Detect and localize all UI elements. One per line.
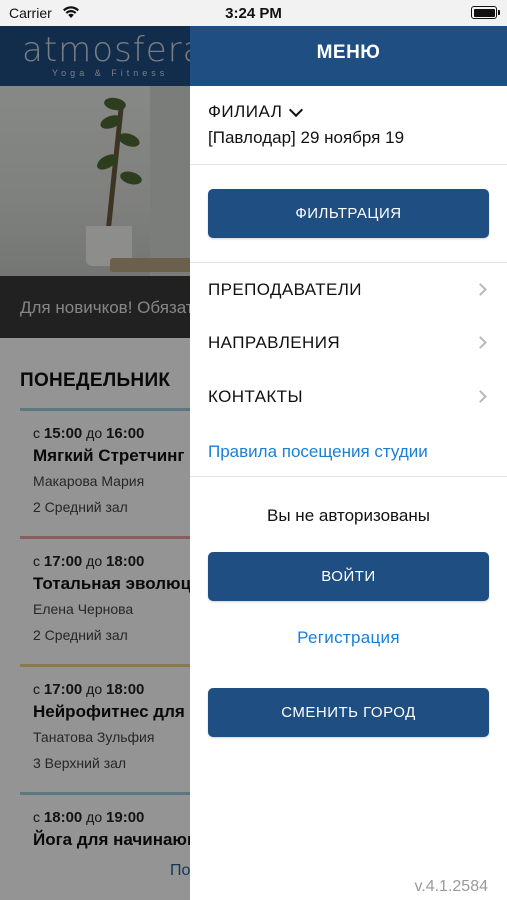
chevron-right-icon	[474, 283, 487, 296]
login-button[interactable]: ВОЙТИ	[208, 552, 489, 601]
menu-item-contacts[interactable]: КОНТАКТЫ	[190, 377, 507, 417]
divider	[190, 262, 507, 263]
battery-icon	[471, 6, 500, 19]
clock: 3:24 PM	[225, 5, 282, 22]
register-link[interactable]: Регистрация	[190, 628, 507, 648]
app-version: v.4.1.2584	[414, 878, 488, 895]
menu-item-label: НАПРАВЛЕНИЯ	[208, 333, 340, 352]
menu-header: МЕНЮ	[190, 26, 507, 86]
menu-item-teachers[interactable]: ПРЕПОДАВАТЕЛИ	[190, 270, 507, 310]
branch-selector[interactable]: ФИЛИАЛ	[208, 102, 304, 122]
auth-status: Вы не авторизованы	[267, 506, 430, 525]
divider	[190, 476, 507, 477]
side-menu: МЕНЮ ФИЛИАЛ [Павлодар] 29 ноября 19 ФИЛЬ…	[190, 26, 507, 900]
menu-item-label: КОНТАКТЫ	[208, 387, 303, 406]
chevron-right-icon	[474, 390, 487, 403]
chevron-right-icon	[474, 336, 487, 349]
change-city-button[interactable]: СМЕНИТЬ ГОРОД	[208, 688, 489, 737]
menu-item-label: ПРЕПОДАВАТЕЛИ	[208, 280, 362, 299]
divider	[190, 164, 507, 165]
menu-title: МЕНЮ	[316, 42, 381, 63]
branch-value: [Павлодар] 29 ноября 19	[208, 128, 405, 147]
menu-item-directions[interactable]: НАПРАВЛЕНИЯ	[190, 323, 507, 363]
status-bar: Carrier 3:24 PM	[0, 0, 507, 26]
filter-button[interactable]: ФИЛЬТРАЦИЯ	[208, 189, 489, 238]
chevron-down-icon	[289, 102, 304, 117]
branch-label: ФИЛИАЛ	[208, 102, 283, 121]
studio-rules-link[interactable]: Правила посещения студии	[208, 442, 428, 462]
